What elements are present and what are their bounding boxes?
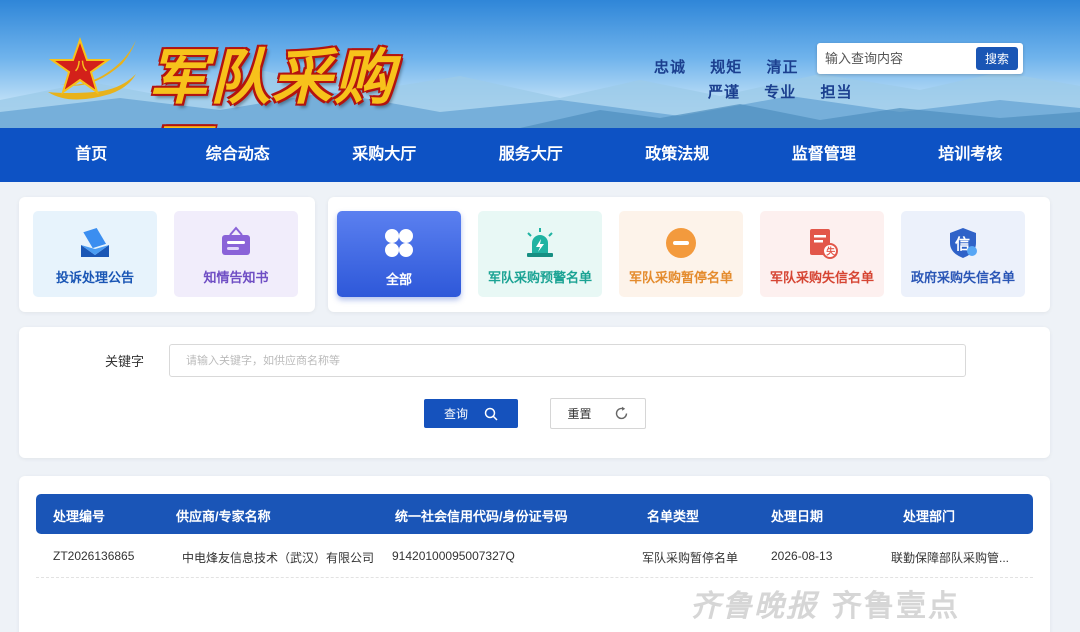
header-banner: 八 军队采购网 忠诚 规矩 清正 严谨 专业 担当 搜索 [0, 0, 1080, 128]
army-star-emblem-icon: 八 [48, 36, 136, 100]
table-row[interactable]: ZT2026136865 中电烽友信息技术（武汉）有限公司 9142010009… [36, 536, 1033, 578]
header-search-box: 搜索 [817, 43, 1023, 74]
query-button-label: 查询 [443, 407, 468, 421]
nav-item-service-hall[interactable]: 服务大厅 [458, 128, 605, 182]
motto-word: 清正 [766, 58, 799, 76]
category-label: 军队采购暂停名单 [628, 270, 733, 285]
search-icon [484, 407, 498, 421]
list-category-panel: 全部 军队采购预警名单 军队采购暂停名单 失 军队采购失信名单 信 政府采购失信… [328, 197, 1050, 312]
motto-word: 规矩 [710, 58, 743, 76]
cell-id: ZT2026136865 [53, 549, 135, 563]
category-notice-letter[interactable]: 知情告知书 [174, 211, 298, 297]
table-header: 处理编号 供应商/专家名称 统一社会信用代码/身份证号码 名单类型 处理日期 处… [36, 494, 1033, 534]
notice-category-panel: 投诉处理公告 知情告知书 [19, 197, 315, 312]
grid-four-icon [385, 229, 413, 257]
motto-word: 忠诚 [654, 58, 687, 76]
query-button[interactable]: 查询 [424, 399, 518, 428]
keyword-input[interactable] [169, 344, 966, 377]
category-complaint-notice[interactable]: 投诉处理公告 [33, 211, 157, 297]
category-label: 投诉处理公告 [55, 270, 134, 285]
column-header-date: 处理日期 [771, 509, 824, 524]
complaint-envelope-icon [81, 227, 109, 257]
column-header-id: 处理编号 [53, 509, 106, 524]
category-warning-list[interactable]: 军队采购预警名单 [478, 211, 602, 297]
category-dishonest-list-government[interactable]: 信 政府采购失信名单 [901, 211, 1025, 297]
column-header-list-type: 名单类型 [647, 509, 700, 524]
main-nav: 首页 综合动态 采购大厅 服务大厅 政策法规 监督管理 培训考核 [0, 128, 1080, 182]
category-all[interactable]: 全部 [337, 211, 461, 297]
nav-item-procurement-hall[interactable]: 采购大厅 [311, 128, 458, 182]
motto-word: 专业 [764, 83, 797, 101]
motto-row-1: 忠诚 规矩 清正 [654, 56, 817, 77]
category-label: 军队采购失信名单 [769, 270, 874, 285]
search-form-panel: 关键字 查询 重置 [19, 327, 1050, 458]
nav-item-training[interactable]: 培训考核 [897, 128, 1044, 182]
svg-text:失: 失 [826, 246, 836, 258]
document-seal-icon: 失 [810, 229, 838, 259]
minus-circle-icon [666, 228, 696, 258]
reset-button-label: 重置 [567, 407, 592, 421]
svg-text:八: 八 [74, 59, 88, 73]
cell-supplier: 中电烽友信息技术（武汉）有限公司 [182, 551, 375, 565]
category-dishonest-list-military[interactable]: 失 军队采购失信名单 [760, 211, 884, 297]
notice-board-icon [222, 226, 250, 255]
cell-credit-code: 91420100095007327Q [392, 549, 515, 563]
column-header-supplier: 供应商/专家名称 [176, 509, 271, 524]
header-search-button[interactable]: 搜索 [976, 47, 1018, 70]
cell-date: 2026-08-13 [771, 549, 833, 563]
category-label: 全部 [385, 272, 412, 287]
alarm-light-icon [527, 228, 553, 257]
reset-button[interactable]: 重置 [550, 398, 646, 429]
nav-item-supervision[interactable]: 监督管理 [751, 128, 898, 182]
results-table-panel: 处理编号 供应商/专家名称 统一社会信用代码/身份证号码 名单类型 处理日期 处… [19, 476, 1050, 632]
nav-item-policies[interactable]: 政策法规 [604, 128, 751, 182]
refresh-icon [615, 406, 627, 420]
motto-word: 担当 [820, 83, 853, 101]
keyword-label: 关键字 [105, 354, 145, 369]
category-label: 政府采购失信名单 [910, 270, 1015, 285]
nav-item-news[interactable]: 综合动态 [165, 128, 312, 182]
nav-item-home[interactable]: 首页 [18, 128, 165, 182]
category-label: 知情告知书 [203, 270, 269, 285]
category-suspension-list[interactable]: 军队采购暂停名单 [619, 211, 743, 297]
header-search-input[interactable] [825, 48, 975, 69]
column-header-credit-code: 统一社会信用代码/身份证号码 [395, 509, 568, 524]
motto-word: 严谨 [708, 83, 741, 101]
motto-row-2: 严谨 专业 担当 [708, 81, 871, 102]
cell-list-type: 军队采购暂停名单 [642, 551, 739, 565]
shield-credit-icon: 信 [950, 228, 977, 258]
cell-department: 联勤保障部队采购管... [891, 551, 1010, 565]
category-label: 军队采购预警名单 [487, 270, 592, 285]
site-title-logo: 军队采购网 [148, 43, 396, 128]
column-header-department: 处理部门 [903, 509, 956, 524]
